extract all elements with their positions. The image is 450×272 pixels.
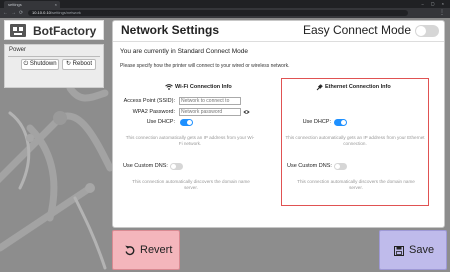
page-title: Network Settings (121, 23, 220, 37)
browser-address-bar: ← → ⟳ 10.10.0.10/settings/network ⋮ (0, 8, 450, 18)
browser-tab-bar: settings × – ▢ × (0, 0, 450, 8)
reboot-button[interactable]: ↻ Reboot (62, 59, 96, 70)
wifi-dhcp-note: This connection automatically gets an IP… (125, 135, 255, 146)
save-label: Save (409, 244, 435, 256)
window-controls[interactable]: – ▢ × (421, 0, 447, 8)
network-settings-panel: Network Settings Easy Connect Mode You a… (112, 20, 445, 228)
wifi-dhcp-toggle[interactable] (180, 119, 193, 126)
app-area: BotFactory Power ⏻ Shutdown ↻ Reboot Net… (0, 18, 450, 272)
wifi-dns-note: This connection automatically discovers … (132, 179, 250, 190)
instructions-text: Please specify how the printer will conn… (120, 63, 290, 69)
shutdown-button[interactable]: ⏻ Shutdown (21, 59, 59, 70)
url-path: /settings/network (50, 10, 81, 15)
show-password-eye-icon[interactable] (243, 109, 250, 115)
wifi-section-title: Wi-Fi Connection Info (175, 84, 232, 90)
header-divider (113, 41, 444, 42)
ssid-label: Access Point (SSID): (123, 98, 175, 104)
toggle-knob (335, 164, 340, 169)
power-title: Power (9, 47, 27, 53)
reload-icon[interactable]: ⟳ (19, 9, 23, 17)
wifi-icon (165, 84, 173, 90)
password-input[interactable] (179, 108, 241, 116)
save-icon (394, 246, 404, 256)
revert-button[interactable]: Revert (112, 230, 180, 270)
toggle-knob (341, 120, 346, 125)
password-label: WPA2 Password: (132, 109, 175, 115)
browser-menu-icon[interactable]: ⋮ (439, 8, 445, 18)
wifi-dns-toggle[interactable] (170, 163, 183, 170)
browser-tab[interactable]: settings × (4, 1, 60, 8)
divider (8, 56, 100, 57)
ssid-input[interactable] (179, 97, 241, 105)
ethernet-dhcp-toggle[interactable] (334, 119, 347, 126)
easy-connect-toggle[interactable] (415, 25, 439, 37)
ethernet-dhcp-note: This connection automatically gets an IP… (285, 135, 425, 146)
forward-icon[interactable]: → (11, 9, 16, 17)
wifi-dns-label: Use Custom DNS: (123, 163, 168, 169)
easy-connect-label: Easy Connect Mode (302, 23, 411, 37)
revert-icon (125, 245, 135, 256)
back-icon[interactable]: ← (3, 9, 8, 17)
toggle-knob (416, 26, 426, 36)
revert-label: Revert (140, 244, 173, 256)
brand-name: BotFactory (33, 24, 97, 38)
ethernet-dhcp-label: Use DHCP: (302, 119, 331, 125)
mode-status-text: You are currently in Standard Connect Mo… (120, 48, 249, 55)
save-button[interactable]: Save (379, 230, 447, 270)
brand-logo: BotFactory (4, 20, 104, 40)
url-field[interactable]: 10.10.0.10/settings/network (28, 10, 408, 16)
ethernet-dns-note: This connection automatically discovers … (297, 179, 415, 190)
close-tab-icon[interactable]: × (55, 1, 57, 8)
plug-icon (316, 84, 323, 91)
ethernet-dns-toggle[interactable] (334, 163, 347, 170)
url-host: 10.10.0.10 (32, 10, 51, 15)
botfactory-logo-icon (10, 24, 26, 37)
toggle-knob (187, 120, 192, 125)
power-panel: Power ⏻ Shutdown ↻ Reboot (4, 44, 104, 88)
ethernet-dns-label: Use Custom DNS: (287, 163, 332, 169)
ethernet-section-title: Ethernet Connection Info (325, 84, 391, 90)
toggle-knob (171, 164, 176, 169)
wifi-dhcp-label: Use DHCP: (146, 119, 175, 125)
browser-tab-title: settings (8, 2, 22, 7)
